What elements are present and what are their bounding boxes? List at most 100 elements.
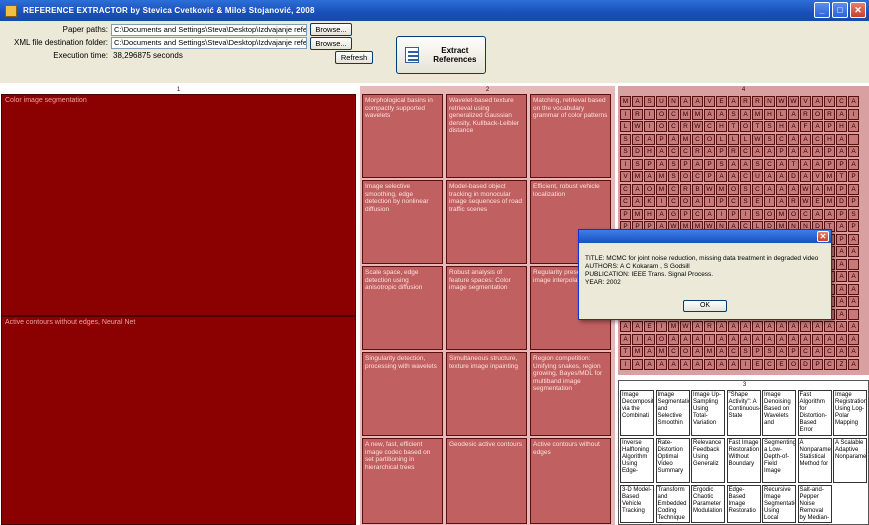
letter-cell[interactable]: H	[716, 121, 727, 132]
extract-references-button[interactable]: Extract References	[396, 36, 486, 74]
letter-cell[interactable]: M	[680, 108, 691, 120]
paper-cell[interactable]: Salt-and-Pepper Noise Removal by Median-…	[797, 485, 832, 523]
letter-cell[interactable]: O	[740, 121, 751, 132]
letter-cell[interactable]: S	[740, 346, 751, 357]
letter-cell[interactable]: C	[668, 146, 679, 157]
letter-cell[interactable]: F	[800, 121, 811, 132]
letter-cell[interactable]: E	[644, 321, 655, 332]
letter-cell[interactable]: A	[776, 158, 787, 170]
letter-cell[interactable]: V	[704, 96, 715, 107]
letter-cell[interactable]: A	[824, 333, 835, 345]
letter-cell[interactable]: A	[656, 158, 667, 170]
letter-cell[interactable]: W	[680, 321, 691, 332]
topic-cell[interactable]: Wavelet-based texture retrieval using ge…	[446, 94, 527, 178]
maximize-button[interactable]: □	[832, 2, 848, 18]
letter-cell[interactable]: V	[812, 171, 823, 182]
letter-cell[interactable]: R	[752, 96, 763, 107]
paper-cell[interactable]: Fast Image Restoration Without Boundary	[726, 438, 761, 483]
letter-cell[interactable]: E	[752, 358, 763, 370]
letter-cell[interactable]: A	[680, 333, 691, 345]
letter-cell[interactable]: P	[776, 146, 787, 157]
letter-cell[interactable]: A	[848, 246, 859, 257]
letter-cell[interactable]: C	[728, 196, 739, 207]
letter-cell[interactable]: A	[728, 158, 739, 170]
letter-cell[interactable]: A	[836, 108, 847, 120]
topic-cell[interactable]: Robust analysis of feature spaces: Color…	[446, 266, 527, 350]
letter-cell[interactable]: A	[776, 321, 787, 332]
letter-cell[interactable]: W	[788, 96, 799, 107]
letter-cell[interactable]: T	[728, 121, 739, 132]
letter-cell[interactable]: A	[800, 171, 811, 182]
letter-cell[interactable]: C	[776, 133, 787, 145]
letter-cell[interactable]: C	[620, 196, 631, 207]
letter-cell[interactable]: I	[644, 108, 655, 120]
letter-cell[interactable]: A	[692, 321, 703, 332]
title-bar[interactable]: REFERENCE EXTRACTOR by Stevica Cvetković…	[0, 0, 869, 21]
letter-cell[interactable]: A	[836, 321, 847, 332]
dialog-close-icon[interactable]: ✕	[817, 231, 829, 242]
letter-cell[interactable]: M	[692, 108, 703, 120]
letter-cell[interactable]: C	[824, 346, 835, 357]
letter-cell[interactable]: M	[776, 208, 787, 220]
letter-cell[interactable]: A	[644, 133, 655, 145]
letter-cell[interactable]: W	[776, 96, 787, 107]
letter-cell[interactable]: C	[668, 108, 679, 120]
letter-cell[interactable]: C	[740, 146, 751, 157]
letter-cell[interactable]: L	[740, 133, 751, 145]
letter-cell[interactable]: U	[752, 171, 763, 182]
paper-cell[interactable]: Recursive Image Segmentation Using Local	[762, 485, 796, 523]
letter-cell[interactable]: C	[824, 358, 835, 370]
letter-cell[interactable]: A	[812, 183, 823, 195]
letter-cell[interactable]: S	[764, 133, 775, 145]
letter-cell[interactable]: A	[836, 283, 847, 295]
letter-cell[interactable]: I	[632, 333, 643, 345]
letter-cell[interactable]: P	[644, 158, 655, 170]
letter-cell[interactable]: C	[764, 358, 775, 370]
letter-cell[interactable]: A	[836, 333, 847, 345]
letter-cell[interactable]: W	[692, 121, 703, 132]
letter-cell[interactable]: A	[788, 333, 799, 345]
letter-cell[interactable]: A	[848, 321, 859, 332]
letter-cell[interactable]: H	[836, 121, 847, 132]
letter-cell[interactable]: I	[620, 158, 631, 170]
letter-cell[interactable]: I	[656, 321, 667, 332]
letter-cell[interactable]: I	[764, 196, 775, 207]
letter-cell[interactable]	[848, 258, 859, 270]
letter-cell[interactable]: P	[848, 196, 859, 207]
letter-cell[interactable]: A	[764, 333, 775, 345]
letter-cell[interactable]: N	[668, 96, 679, 107]
letter-cell[interactable]: A	[836, 146, 847, 157]
letter-cell[interactable]: B	[692, 183, 703, 195]
letter-cell[interactable]: S	[716, 158, 727, 170]
letter-cell[interactable]: Z	[836, 358, 847, 370]
letter-cell[interactable]: A	[764, 321, 775, 332]
letter-cell[interactable]: P	[836, 183, 847, 195]
topic-cell[interactable]: A new, fast, efficient image codec based…	[362, 438, 443, 524]
letter-cell[interactable]: M	[824, 171, 835, 182]
letter-cell[interactable]: A	[764, 146, 775, 157]
letter-cell[interactable]: A	[800, 321, 811, 332]
letter-cell[interactable]: S	[740, 183, 751, 195]
letter-cell[interactable]: A	[692, 196, 703, 207]
letter-cell[interactable]: A	[836, 258, 847, 270]
letter-cell[interactable]: L	[728, 133, 739, 145]
letter-cell[interactable]: A	[620, 321, 631, 332]
paper-cell[interactable]: Rate-Distortion Optimal Video Summary	[655, 438, 690, 483]
letter-cell[interactable]: A	[788, 146, 799, 157]
letter-cell[interactable]: P	[848, 171, 859, 182]
letter-cell[interactable]: A	[740, 158, 751, 170]
topic-cell[interactable]: Active contours without edges	[530, 438, 611, 524]
letter-cell[interactable]: A	[716, 358, 727, 370]
paper-cell[interactable]: Segmenting a Low-Depth-of-Field Image	[762, 438, 796, 483]
letter-cell[interactable]: O	[680, 196, 691, 207]
letter-cell[interactable]: M	[752, 108, 763, 120]
letter-cell[interactable]: A	[836, 133, 847, 145]
letter-cell[interactable]: A	[752, 321, 763, 332]
topic-cell[interactable]: Model-based object tracking in monocular…	[446, 180, 527, 264]
letter-cell[interactable]: A	[848, 296, 859, 307]
letter-cell[interactable]: A	[800, 133, 811, 145]
letter-cell[interactable]: A	[692, 346, 703, 357]
letter-cell[interactable]: A	[776, 333, 787, 345]
letter-cell[interactable]: A	[848, 233, 859, 245]
letter-cell[interactable]: P	[812, 358, 823, 370]
